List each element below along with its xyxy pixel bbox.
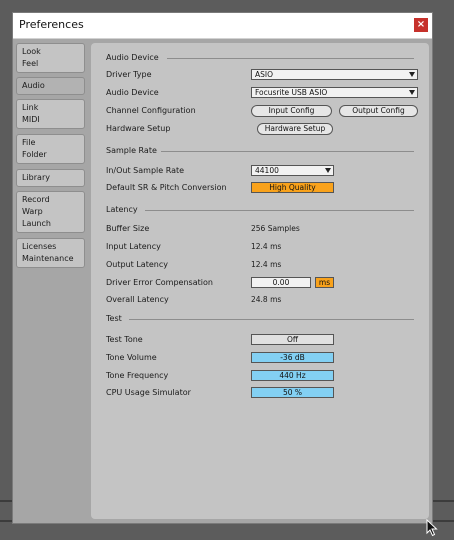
driver-type-value: ASIO <box>255 70 274 79</box>
audio-device-value: Focusrite USB ASIO <box>255 88 328 97</box>
cpu-usage-label: CPU Usage Simulator <box>106 388 191 397</box>
section-header-sample-rate: Sample Rate <box>106 146 157 155</box>
tab-label: Feel <box>22 59 39 68</box>
tone-volume-slider[interactable]: -36 dB <box>251 352 334 363</box>
tab-record-warp-launch[interactable]: Record Warp Launch <box>16 191 85 233</box>
close-button[interactable]: × <box>414 18 428 32</box>
driver-error-compensation-label: Driver Error Compensation <box>106 278 213 287</box>
tab-label: Audio <box>22 81 45 90</box>
section-divider <box>161 151 414 152</box>
tab-label: Folder <box>22 150 47 159</box>
tab-label: MIDI <box>22 115 40 124</box>
chevron-down-icon <box>409 72 415 77</box>
tab-label: File <box>22 138 36 147</box>
audio-device-label: Audio Device <box>106 88 159 97</box>
section-header-latency: Latency <box>106 205 138 214</box>
input-latency-value: 12.4 ms <box>251 242 282 251</box>
sample-rate-dropdown[interactable]: 44100 <box>251 165 334 176</box>
window-title: Preferences <box>19 18 84 31</box>
tab-audio[interactable]: Audio <box>16 77 85 95</box>
pitch-conversion-label: Default SR & Pitch Conversion <box>106 183 227 192</box>
buffer-size-value: 256 Samples <box>251 224 300 233</box>
tab-label: Warp <box>22 207 43 216</box>
tone-frequency-label: Tone Frequency <box>106 371 169 380</box>
overall-latency-label: Overall Latency <box>106 295 169 304</box>
test-tone-toggle[interactable]: Off <box>251 334 334 345</box>
tab-label: Maintenance <box>22 254 74 263</box>
tab-look-feel[interactable]: Look Feel <box>16 43 85 73</box>
test-tone-label: Test Tone <box>106 335 143 344</box>
sample-rate-label: In/Out Sample Rate <box>106 166 185 175</box>
tab-file-folder[interactable]: File Folder <box>16 134 85 164</box>
overall-latency-value: 24.8 ms <box>251 295 282 304</box>
driver-type-dropdown[interactable]: ASIO <box>251 69 418 80</box>
cpu-usage-slider[interactable]: 50 % <box>251 387 334 398</box>
buffer-size-label: Buffer Size <box>106 224 150 233</box>
driver-error-compensation-input[interactable]: 0.00 <box>251 277 311 288</box>
tab-link-midi[interactable]: Link MIDI <box>16 99 85 129</box>
tab-label: Record <box>22 195 50 204</box>
tab-label: Launch <box>22 219 51 228</box>
pitch-conversion-toggle[interactable]: High Quality <box>251 182 334 193</box>
section-divider <box>145 210 414 211</box>
hardware-setup-label: Hardware Setup <box>106 124 171 133</box>
preferences-window: Preferences × Look Feel Audio Link MIDI … <box>12 12 433 524</box>
tab-label: Licenses <box>22 242 57 251</box>
tab-library[interactable]: Library <box>16 169 85 187</box>
tab-label: Library <box>22 173 50 182</box>
chevron-down-icon <box>325 168 331 173</box>
audio-settings-panel: Audio Device Driver Type ASIO Audio Devi… <box>91 43 429 519</box>
driver-type-label: Driver Type <box>106 70 152 79</box>
chevron-down-icon <box>409 90 415 95</box>
output-latency-value: 12.4 ms <box>251 260 282 269</box>
hardware-setup-button[interactable]: Hardware Setup <box>257 123 333 135</box>
audio-device-dropdown[interactable]: Focusrite USB ASIO <box>251 87 418 98</box>
mouse-cursor-icon <box>426 519 438 537</box>
tab-label: Look <box>22 47 41 56</box>
section-header-test: Test <box>106 314 122 323</box>
sample-rate-value: 44100 <box>255 166 279 175</box>
section-divider <box>167 58 414 59</box>
close-icon: × <box>416 19 426 30</box>
input-config-button[interactable]: Input Config <box>251 105 332 117</box>
title-bar[interactable]: Preferences × <box>13 13 432 39</box>
output-latency-label: Output Latency <box>106 260 168 269</box>
input-latency-label: Input Latency <box>106 242 161 251</box>
section-divider <box>129 319 414 320</box>
output-config-button[interactable]: Output Config <box>339 105 418 117</box>
tone-volume-label: Tone Volume <box>106 353 157 362</box>
channel-config-label: Channel Configuration <box>106 106 196 115</box>
tab-label: Link <box>22 103 39 112</box>
tab-licenses-maintenance[interactable]: Licenses Maintenance <box>16 238 85 268</box>
tone-frequency-slider[interactable]: 440 Hz <box>251 370 334 381</box>
section-header-audio-device: Audio Device <box>106 53 159 62</box>
compensation-unit-badge: ms <box>315 277 334 288</box>
